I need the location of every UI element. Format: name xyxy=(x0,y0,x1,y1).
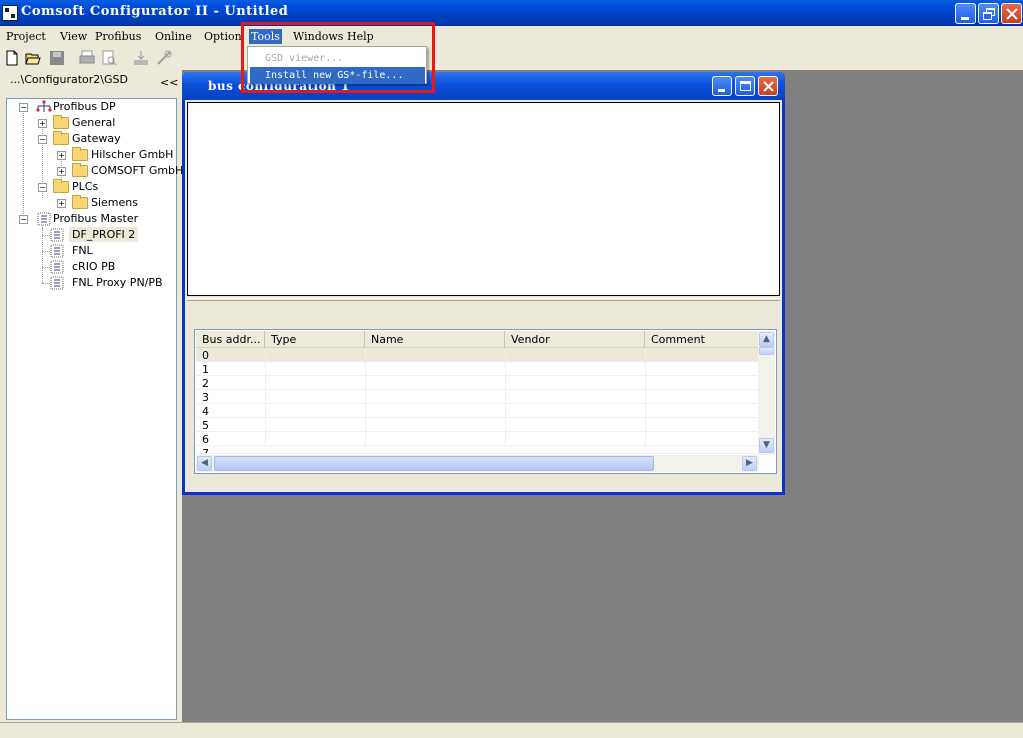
expand-toggle-icon[interactable]: + xyxy=(57,167,66,176)
table-row[interactable]: 4 xyxy=(196,404,759,418)
scroll-thumb[interactable] xyxy=(214,456,654,471)
gsd-catalog-panel: ...\Configurator2\GSD << − Profibus DP +… xyxy=(0,70,183,722)
column-header-name[interactable]: Name xyxy=(365,331,505,348)
grid-vertical-scrollbar[interactable]: ▲ ▼ xyxy=(758,331,775,455)
menu-online[interactable]: Online xyxy=(153,29,194,44)
collapse-toggle-icon[interactable]: − xyxy=(38,183,47,192)
window-title: Comsoft Configurator II - Untitled xyxy=(21,4,289,19)
print-preview-icon[interactable] xyxy=(101,50,117,66)
child-close-button[interactable] xyxy=(758,76,778,96)
slave-device-icon xyxy=(50,260,64,274)
grid-horizontal-scrollbar[interactable]: ◀ ▶ xyxy=(196,455,759,472)
grid-header: Bus addr... Type Name Vendor Comment xyxy=(196,331,759,348)
child-minimize-button[interactable] xyxy=(712,76,732,96)
print-icon[interactable] xyxy=(79,50,95,66)
menu-project[interactable]: Project xyxy=(4,29,48,44)
scroll-left-icon[interactable]: ◀ xyxy=(197,456,212,471)
master-device-icon xyxy=(37,212,51,226)
child-window-body: Bus addr... Type Name Vendor Comment 0 1… xyxy=(185,100,782,492)
open-folder-icon[interactable] xyxy=(25,50,41,66)
slave-device-icon xyxy=(50,276,64,290)
child-maximize-button[interactable] xyxy=(735,76,755,96)
table-row[interactable]: 0 xyxy=(196,348,759,362)
annotation-highlight-box xyxy=(241,22,435,93)
close-icon xyxy=(763,81,774,92)
folder-icon xyxy=(72,147,88,161)
menu-option[interactable]: Option xyxy=(202,29,244,44)
collapse-toggle-icon[interactable]: − xyxy=(19,103,28,112)
collapse-toggle-icon[interactable]: − xyxy=(19,215,28,224)
scroll-thumb[interactable] xyxy=(759,347,774,355)
scroll-right-icon[interactable]: ▶ xyxy=(742,456,757,471)
scroll-down-icon[interactable]: ▼ xyxy=(759,438,774,453)
bus-configuration-window[interactable]: bus configuration 1 Bus addr... Type Nam… xyxy=(182,72,785,495)
folder-icon xyxy=(72,163,88,177)
table-row[interactable]: 1 xyxy=(196,362,759,376)
network-icon xyxy=(36,100,52,112)
menu-bar: Project View Profibus Online Option Tool… xyxy=(0,26,1023,46)
app-icon[interactable] xyxy=(2,5,18,21)
collapse-panel-button[interactable]: << xyxy=(160,76,178,89)
close-icon xyxy=(1006,8,1018,20)
connect-icon[interactable] xyxy=(156,50,172,66)
device-tree[interactable]: − Profibus DP + General − Gateway + Hils… xyxy=(6,98,183,720)
slave-address-grid[interactable]: Bus addr... Type Name Vendor Comment 0 1… xyxy=(194,329,777,474)
pane-splitter[interactable] xyxy=(187,298,780,301)
download-icon[interactable] xyxy=(133,50,149,66)
toolbar xyxy=(0,47,1023,69)
catalog-path: ...\Configurator2\GSD xyxy=(10,73,128,86)
expand-toggle-icon[interactable]: + xyxy=(57,151,66,160)
folder-icon xyxy=(72,195,88,209)
column-header-comment[interactable]: Comment xyxy=(645,331,759,348)
close-button[interactable] xyxy=(1001,3,1022,24)
scroll-up-icon[interactable]: ▲ xyxy=(759,332,774,347)
column-header-type[interactable]: Type xyxy=(265,331,365,348)
column-header-vendor[interactable]: Vendor xyxy=(505,331,645,348)
minimize-button[interactable] xyxy=(955,3,976,24)
app-title-bar[interactable]: Comsoft Configurator II - Untitled xyxy=(0,0,1023,26)
new-file-icon[interactable] xyxy=(4,50,20,66)
table-row[interactable]: 3 xyxy=(196,390,759,404)
expand-toggle-icon[interactable]: + xyxy=(38,119,47,128)
table-row[interactable]: 5 xyxy=(196,418,759,432)
column-header-bus-addr[interactable]: Bus addr... xyxy=(196,331,265,348)
restore-button[interactable] xyxy=(978,3,999,24)
folder-icon xyxy=(53,131,69,145)
expand-toggle-icon[interactable]: + xyxy=(57,199,66,208)
table-row[interactable]: 7 xyxy=(196,446,759,454)
table-row[interactable]: 2 xyxy=(196,376,759,390)
save-icon[interactable] xyxy=(49,50,65,66)
slave-device-icon xyxy=(50,244,64,258)
slave-device-icon xyxy=(50,228,64,242)
table-row[interactable]: 6 xyxy=(196,432,759,446)
collapse-toggle-icon[interactable]: − xyxy=(38,135,47,144)
folder-icon xyxy=(53,179,69,193)
menu-view[interactable]: View xyxy=(58,29,89,44)
status-bar xyxy=(0,722,1023,738)
bus-graphic-canvas[interactable] xyxy=(187,102,780,296)
menu-profibus[interactable]: Profibus xyxy=(93,29,143,44)
folder-icon xyxy=(53,115,69,129)
